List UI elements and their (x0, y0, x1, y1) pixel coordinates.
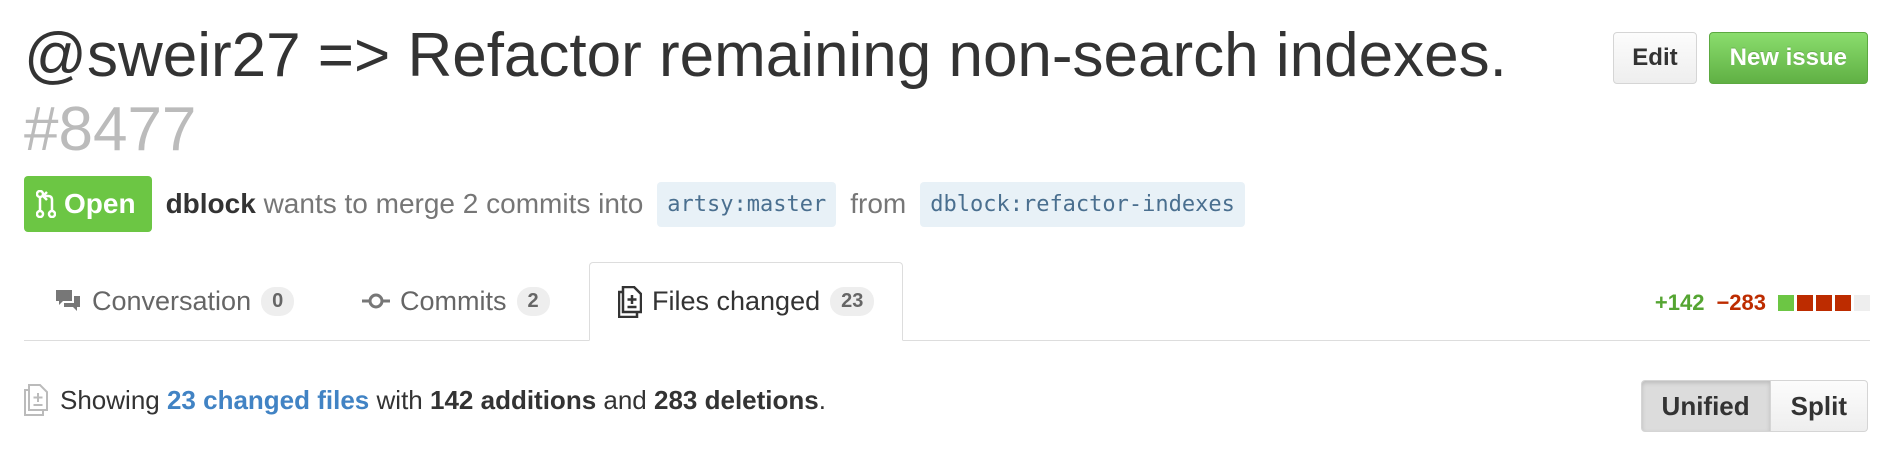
head-branch: dblock:refactor-indexes (920, 181, 1245, 227)
diffstat-block-deleted (1835, 295, 1851, 311)
file-diff-icon (24, 384, 48, 416)
tab-files-changed[interactable]: Files changed 23 (589, 262, 904, 341)
state-badge: Open (24, 176, 152, 232)
summary-suffix: . (818, 384, 826, 415)
summary-and: and (603, 384, 647, 415)
split-button[interactable]: Split (1770, 380, 1868, 432)
tab-counter: 23 (830, 287, 875, 316)
diffstat-additions: +142 (1654, 290, 1705, 315)
edit-button[interactable]: Edit (1613, 32, 1697, 84)
merge-text: wants to merge 2 commits into (263, 188, 644, 219)
summary-with: with (376, 384, 423, 415)
tab-nav: Conversation 0 Commits 2 Files changed 2… (24, 262, 1870, 341)
changed-files-link[interactable]: 23 changed files (167, 385, 369, 415)
files-summary: Showing 23 changed files with 142 additi… (24, 384, 826, 416)
tab-conversation[interactable]: Conversation 0 (54, 262, 295, 340)
comment-discussion-icon (54, 288, 82, 314)
from-text: from (850, 188, 907, 219)
tab-commits[interactable]: Commits 2 (362, 262, 550, 340)
file-diff-icon (618, 285, 642, 318)
header-actions: Edit New issue (1613, 32, 1868, 84)
diffstat-deletions: −283 (1716, 290, 1766, 315)
tab-label: Files changed (652, 286, 821, 316)
git-pull-request-icon (36, 190, 56, 218)
pr-meta: Open dblock wants to merge 2 commits int… (24, 176, 1245, 232)
summary-additions: 142 additions (430, 384, 597, 415)
summary-deletions: 283 deletions (654, 384, 819, 415)
state-label: Open (64, 188, 136, 219)
author-link[interactable]: dblock (166, 188, 256, 219)
pr-header: @sweir27 => Refactor remaining non-searc… (24, 18, 1584, 166)
pr-number: #8477 (24, 95, 197, 164)
diffstat-block-added (1778, 295, 1794, 311)
diff-view-toggle: Unified Split (1640, 380, 1868, 432)
tab-label: Conversation (92, 285, 252, 316)
diffstat-block-neutral (1854, 295, 1870, 311)
diffstat-block-deleted (1797, 295, 1813, 311)
new-issue-button[interactable]: New issue (1708, 32, 1868, 84)
diffstat-bars (1778, 295, 1870, 311)
tab-counter: 0 (261, 286, 295, 316)
diffstat: +142 −283 (1655, 290, 1870, 316)
tab-counter: 2 (516, 286, 550, 316)
pr-title: @sweir27 => Refactor remaining non-searc… (24, 21, 1507, 90)
git-commit-icon (362, 291, 390, 311)
base-branch: artsy:master (657, 181, 837, 227)
unified-button[interactable]: Unified (1640, 380, 1771, 432)
diffstat-block-deleted (1816, 295, 1832, 311)
summary-prefix: Showing (60, 384, 160, 415)
tab-label: Commits (400, 285, 507, 316)
